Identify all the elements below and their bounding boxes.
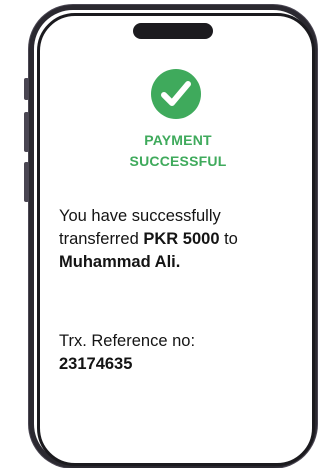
reference-number: 23174635 [59,355,133,373]
transfer-amount: PKR 5000 [143,230,220,248]
transaction-reference: Trx. Reference no: 23174635 [59,330,299,376]
transfer-message: You have successfully transferred PKR 50… [59,205,299,274]
status-line-2: SUCCESSFUL [129,153,227,169]
checkmark-icon [161,81,191,106]
payment-status-title: PAYMENT SUCCESSFUL [100,130,256,172]
reference-label: Trx. Reference no: [59,332,196,350]
phone-notch [133,23,213,39]
message-text-to: to [219,230,238,248]
check-circle-icon [151,69,201,119]
recipient-name: Muhammad Ali. [59,253,181,271]
status-line-1: PAYMENT [144,132,212,148]
